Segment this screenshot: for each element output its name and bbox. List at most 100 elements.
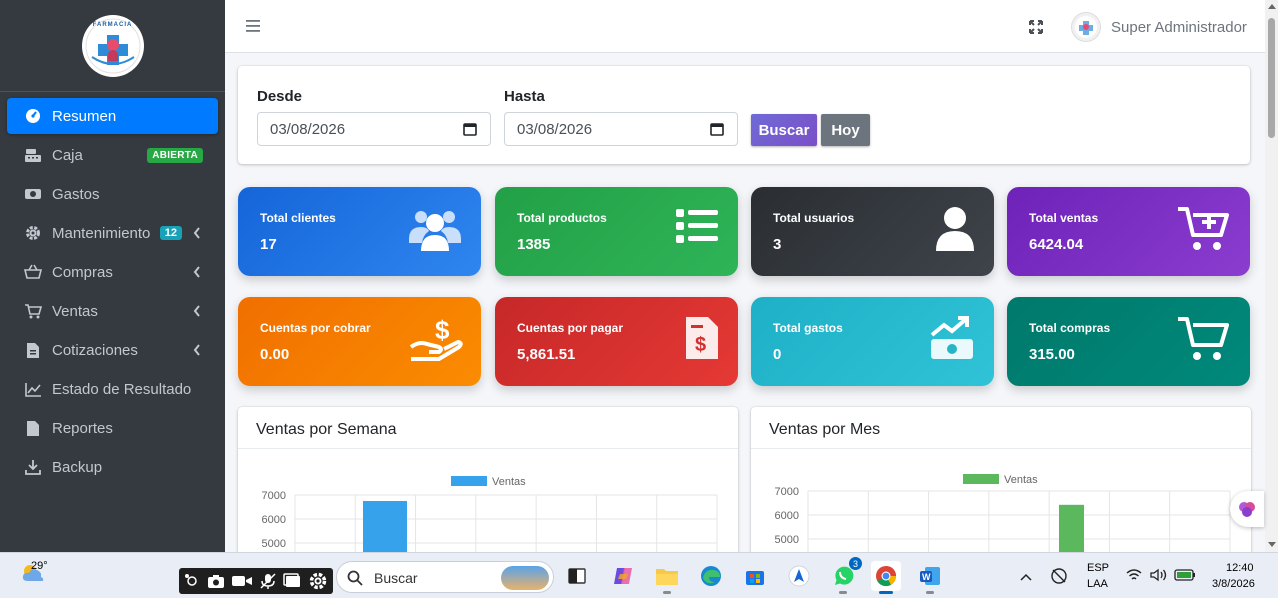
taskbar-app-explorer[interactable] <box>652 561 682 594</box>
chevron-left-icon <box>190 344 204 356</box>
y-tick-label: 7000 <box>262 490 286 502</box>
calendar-icon[interactable] <box>710 122 724 140</box>
legend-swatch <box>451 476 487 486</box>
network-off-icon[interactable] <box>1050 567 1068 590</box>
cash-register-icon <box>24 146 42 164</box>
cart-icon <box>1176 313 1232 368</box>
stat-card-cuentas-cobrar[interactable]: Cuentas por cobrar 0.00 $ <box>238 297 481 386</box>
legend-label: Ventas <box>1004 474 1038 486</box>
desde-label: Desde <box>257 88 303 105</box>
taskbar-app-task-view[interactable] <box>562 561 592 591</box>
sidebar-item-mantenimiento[interactable]: Mantenimiento 12 <box>7 215 218 251</box>
page-scrollbar[interactable] <box>1265 0 1278 552</box>
cart-plus-icon <box>1176 203 1232 258</box>
hasta-label: Hasta <box>504 88 545 105</box>
app-root: FARMACIA Resumen Caja ABIERTA Gastos Man… <box>0 0 1278 598</box>
volume-icon[interactable] <box>1150 568 1168 587</box>
fullscreen-icon[interactable] <box>1029 20 1043 39</box>
taskbar-search[interactable]: Buscar <box>336 561 554 593</box>
stat-value: 0.00 <box>260 346 290 363</box>
scroll-up-arrow-icon[interactable] <box>1268 4 1276 9</box>
window-icon[interactable] <box>283 572 303 590</box>
sidebar-item-resumen[interactable]: Resumen <box>7 98 218 134</box>
sidebar-nav: Resumen Caja ABIERTA Gastos Mantenimient… <box>0 92 225 494</box>
taskbar-app-edge[interactable] <box>696 561 726 591</box>
task-view-icon <box>568 568 586 584</box>
running-indicator <box>926 591 934 594</box>
list-icon <box>674 205 720 252</box>
stat-card-ventas[interactable]: Total ventas 6424.04 <box>1007 187 1250 276</box>
menu-toggle-icon[interactable] <box>246 19 260 37</box>
sidebar-item-reportes[interactable]: Reportes <box>7 410 218 446</box>
hoy-button[interactable]: Hoy <box>821 114 870 146</box>
camera-icon[interactable] <box>206 572 226 590</box>
sidebar-item-cotizaciones[interactable]: Cotizaciones <box>7 332 218 368</box>
wifi-icon[interactable] <box>1126 568 1142 587</box>
stat-card-usuarios[interactable]: Total usuarios 3 <box>751 187 994 276</box>
scroll-thumb[interactable] <box>1268 18 1275 138</box>
brand-area[interactable]: FARMACIA <box>0 0 225 92</box>
chart-title: Ventas por Mes <box>769 421 881 438</box>
stat-label: Total clientes <box>260 211 336 225</box>
buscar-button[interactable]: Buscar <box>751 114 817 146</box>
taskbar-app-whatsapp[interactable]: 3 <box>828 557 862 594</box>
whatsapp-unread-badge: 3 <box>849 557 862 570</box>
word-icon: W <box>920 567 940 585</box>
sidebar-item-label: Backup <box>52 458 103 476</box>
sidebar-item-estado-resultado[interactable]: Estado de Resultado <box>7 371 218 407</box>
date-filter-card: Desde 03/08/2026 Hasta 03/08/2026 Buscar… <box>238 66 1250 164</box>
keyboard-layout-indicator[interactable]: LAA <box>1087 578 1108 590</box>
legend-swatch <box>963 474 999 484</box>
sidebar-item-label: Mantenimiento <box>52 224 151 242</box>
taskbar-app-chrome[interactable] <box>871 561 901 594</box>
stat-value: 17 <box>260 236 277 253</box>
pin-icon[interactable] <box>183 572 201 590</box>
taskbar-app-copilot[interactable] <box>608 561 638 591</box>
language-indicator[interactable]: ESP <box>1087 562 1109 574</box>
stat-value: 315.00 <box>1029 346 1075 363</box>
battery-charging-icon[interactable] <box>1174 568 1196 587</box>
sidebar-item-ventas[interactable]: Ventas <box>7 293 218 329</box>
user-avatar[interactable] <box>1071 12 1101 42</box>
video-camera-icon[interactable] <box>231 572 253 590</box>
scroll-down-arrow-icon[interactable] <box>1268 542 1276 547</box>
store-icon <box>746 571 764 585</box>
stat-card-productos[interactable]: Total productos 1385 <box>495 187 738 276</box>
y-tick-label: 7000 <box>775 486 799 498</box>
weekly-sales-chart: Ventas 7000 6000 5000 <box>262 476 718 567</box>
taskbar-app-copilot-chat[interactable] <box>784 561 814 591</box>
clock-time[interactable]: 12:40 <box>1226 562 1254 574</box>
sidebar-item-compras[interactable]: Compras <box>7 254 218 290</box>
running-indicator <box>839 591 847 594</box>
chevron-left-icon <box>190 227 204 239</box>
chevron-up-icon[interactable] <box>1020 569 1032 587</box>
ai-assistant-icon <box>788 565 810 587</box>
chart-card-semana: Ventas por Semana Ventas 7000 6000 5000 <box>238 407 738 567</box>
stat-card-cuentas-pagar[interactable]: Cuentas por pagar 5,861.51 $ <box>495 297 738 386</box>
sidebar-item-caja[interactable]: Caja ABIERTA <box>7 137 218 173</box>
calendar-icon[interactable] <box>463 122 477 140</box>
stat-card-compras[interactable]: Total compras 315.00 <box>1007 297 1250 386</box>
desde-date-input[interactable]: 03/08/2026 <box>257 112 491 146</box>
running-indicator <box>879 591 893 594</box>
y-tick-label: 6000 <box>262 514 286 526</box>
mic-off-icon[interactable] <box>258 572 278 590</box>
sidebar-item-backup[interactable]: Backup <box>7 449 218 485</box>
chevron-left-icon <box>190 305 204 317</box>
taskbar-app-word[interactable]: W <box>915 561 945 594</box>
cart-icon <box>24 302 42 320</box>
taskbar-app-store[interactable] <box>740 561 770 591</box>
clock-date[interactable]: 3/8/2026 <box>1212 578 1255 590</box>
stat-card-gastos[interactable]: Total gastos 0 <box>751 297 994 386</box>
assistant-bubble[interactable] <box>1230 491 1264 527</box>
hasta-date-input[interactable]: 03/08/2026 <box>504 112 738 146</box>
file-icon <box>24 419 42 437</box>
sidebar-item-gastos[interactable]: Gastos <box>7 176 218 212</box>
search-placeholder: Buscar <box>374 570 418 586</box>
user-name[interactable]: Super Administrador <box>1111 19 1247 36</box>
stat-card-clientes[interactable]: Total clientes 17 <box>238 187 481 276</box>
stat-label: Cuentas por cobrar <box>260 321 371 335</box>
settings-gear-icon[interactable] <box>308 571 328 591</box>
running-indicator <box>663 591 671 594</box>
stat-label: Total productos <box>517 211 607 225</box>
